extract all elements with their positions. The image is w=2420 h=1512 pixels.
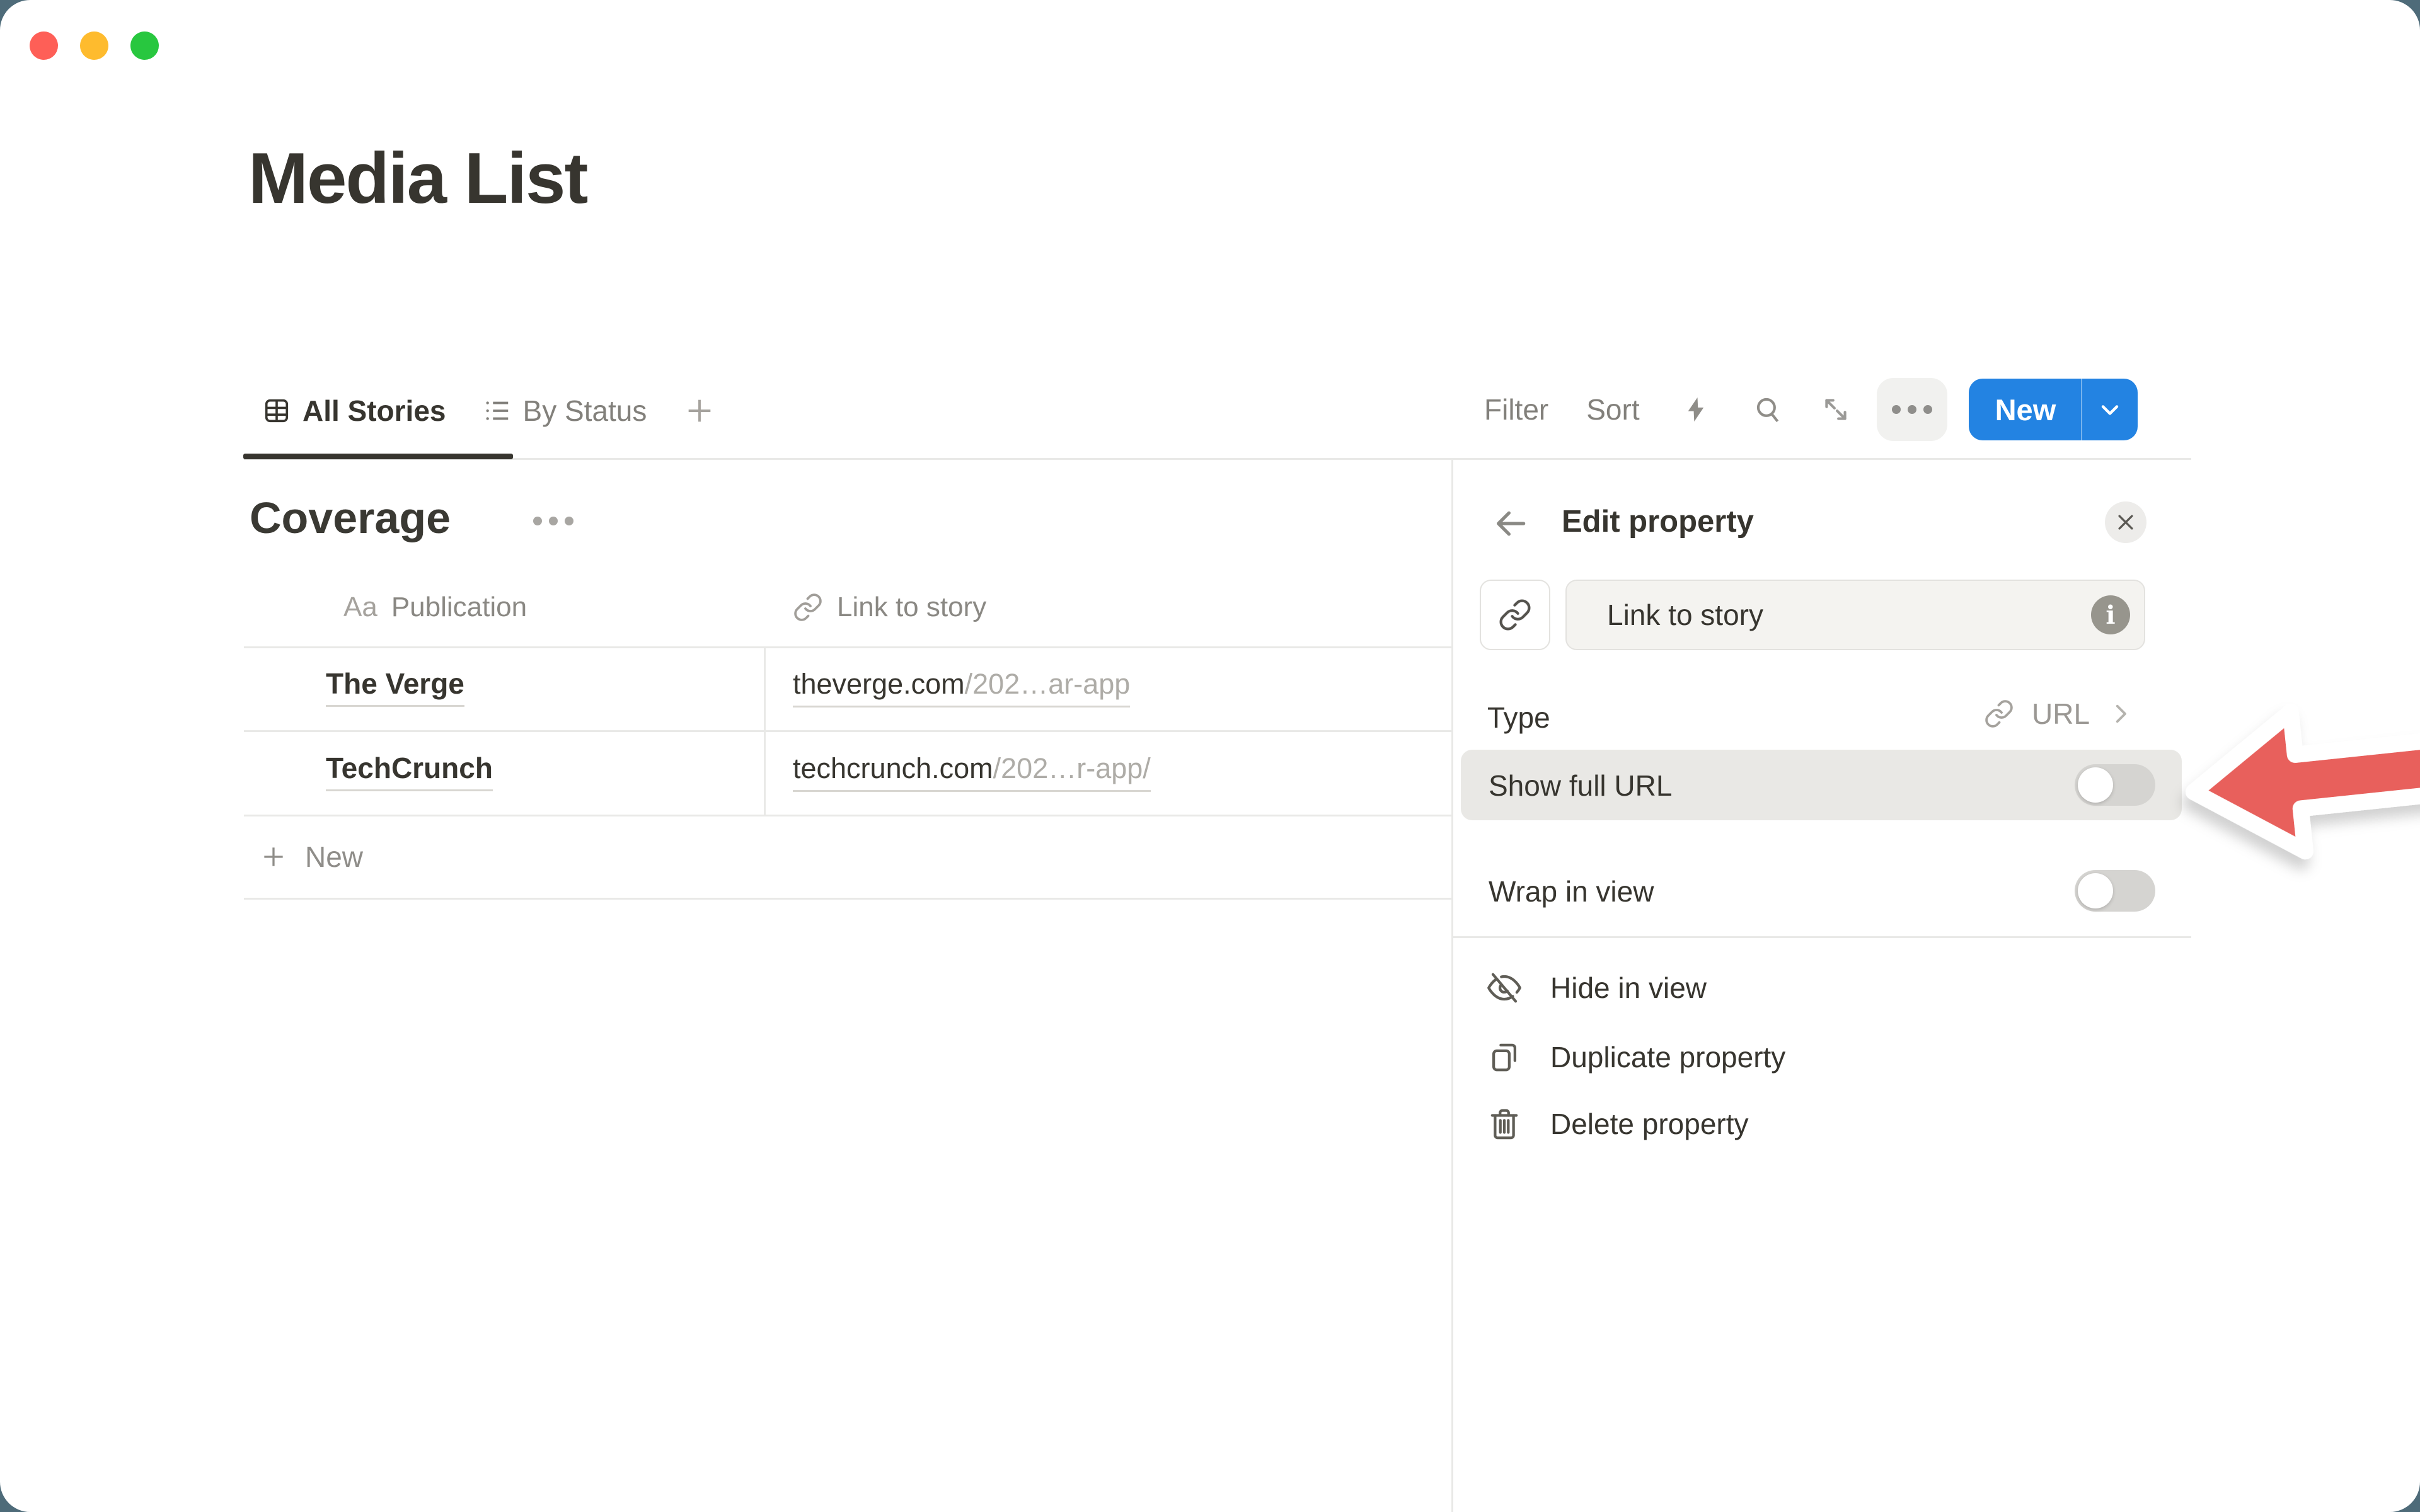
view-tabs: All Stories By Status xyxy=(262,381,716,441)
copy-icon xyxy=(1487,1040,1521,1074)
close-window-button[interactable] xyxy=(30,32,58,60)
red-arrow-annotation xyxy=(2162,660,2420,906)
eye-off-icon xyxy=(1487,971,1521,1005)
cell-publication[interactable]: TechCrunch xyxy=(326,751,493,791)
hide-in-view-button[interactable]: Hide in view xyxy=(1487,954,1707,1022)
type-row-label: Type xyxy=(1487,701,1550,735)
text-type-icon: Aa xyxy=(343,592,377,623)
close-icon xyxy=(2115,512,2136,533)
new-button-group: New xyxy=(1969,379,2138,440)
table-icon xyxy=(262,396,291,425)
minimize-window-button[interactable] xyxy=(80,32,108,60)
column-header-link-to-story[interactable]: Link to story xyxy=(793,568,986,647)
delete-property-button[interactable]: Delete property xyxy=(1487,1090,1749,1158)
show-full-url-toggle[interactable] xyxy=(2075,764,2155,806)
chevron-down-icon xyxy=(2096,396,2124,423)
filter-button[interactable]: Filter xyxy=(1484,392,1548,427)
new-row-label: New xyxy=(305,840,363,874)
property-name-value: Link to story xyxy=(1607,598,2091,632)
new-row-button[interactable]: New xyxy=(260,816,363,898)
plus-icon xyxy=(260,843,287,871)
toggle-knob xyxy=(2078,767,2113,803)
type-row-button[interactable]: URL xyxy=(1984,697,2134,731)
column-name: Publication xyxy=(391,592,527,623)
tab-label: By Status xyxy=(523,394,647,428)
lightning-icon[interactable] xyxy=(1681,395,1710,424)
column-divider xyxy=(764,646,766,815)
action-label: Duplicate property xyxy=(1550,1040,1785,1074)
back-button[interactable] xyxy=(1491,504,1530,543)
more-icon xyxy=(533,517,542,525)
close-panel-button[interactable] xyxy=(2105,501,2146,543)
app-window: Media List All Stories By Status Filter … xyxy=(0,0,2420,1512)
column-header-publication[interactable]: Aa Publication xyxy=(343,568,527,647)
info-icon[interactable]: i xyxy=(2091,595,2130,634)
page-title[interactable]: Media List xyxy=(248,137,587,220)
cell-publication[interactable]: The Verge xyxy=(326,667,464,707)
new-dropdown-button[interactable] xyxy=(2082,379,2138,440)
link-icon xyxy=(1498,598,1532,632)
table-border xyxy=(244,646,1452,648)
cell-link-to-story[interactable]: techcrunch.com/202…r-app/ xyxy=(793,752,1151,792)
list-icon xyxy=(483,396,512,425)
panel-divider xyxy=(1451,459,1453,1512)
property-type-icon-button[interactable] xyxy=(1480,580,1550,650)
table-border xyxy=(244,730,1452,732)
arrow-left-icon xyxy=(1491,504,1530,543)
new-button[interactable]: New xyxy=(1969,379,2082,440)
cell-link-to-story[interactable]: theverge.com/202…ar-app xyxy=(793,668,1130,707)
sort-button[interactable]: Sort xyxy=(1586,392,1639,427)
link-icon xyxy=(1984,699,2014,729)
property-name-input[interactable]: Link to story i xyxy=(1565,580,2145,650)
trash-icon xyxy=(1487,1107,1521,1141)
panel-section-divider xyxy=(1453,936,2191,938)
add-view-button[interactable] xyxy=(683,394,716,427)
show-full-url-label: Show full URL xyxy=(1489,769,1672,803)
more-icon xyxy=(1892,405,1901,414)
column-name: Link to story xyxy=(837,592,986,623)
zoom-window-button[interactable] xyxy=(130,32,159,60)
tab-all-stories[interactable]: All Stories xyxy=(262,394,446,428)
expand-icon[interactable] xyxy=(1820,394,1852,425)
tab-by-status[interactable]: By Status xyxy=(483,394,647,428)
toggle-knob xyxy=(2078,873,2113,908)
url-truncated: /202…r-app/ xyxy=(993,752,1151,784)
database-more-button[interactable] xyxy=(533,517,573,525)
window-controls xyxy=(30,32,159,60)
tab-label: All Stories xyxy=(302,394,446,428)
panel-title: Edit property xyxy=(1562,504,1754,539)
url-truncated: /202…ar-app xyxy=(965,668,1131,700)
more-options-button[interactable] xyxy=(1877,378,1947,441)
tabbar-divider xyxy=(244,458,2191,460)
wrap-in-view-label: Wrap in view xyxy=(1489,874,1654,908)
link-icon xyxy=(793,592,823,622)
wrap-in-view-toggle[interactable] xyxy=(2075,870,2155,912)
table-border xyxy=(244,815,1452,816)
chevron-right-icon xyxy=(2107,701,2134,727)
search-icon[interactable] xyxy=(1752,394,1783,425)
active-tab-underline xyxy=(243,454,513,459)
url-domain: theverge.com xyxy=(793,668,965,700)
plus-icon xyxy=(683,394,716,427)
database-title[interactable]: Coverage xyxy=(250,493,451,543)
url-domain: techcrunch.com xyxy=(793,752,993,784)
type-value: URL xyxy=(2032,697,2090,731)
action-label: Delete property xyxy=(1550,1107,1749,1141)
table-border xyxy=(244,898,1452,900)
view-toolbar: Filter Sort New xyxy=(1484,377,2138,442)
action-label: Hide in view xyxy=(1550,971,1707,1005)
duplicate-property-button[interactable]: Duplicate property xyxy=(1487,1023,1785,1091)
